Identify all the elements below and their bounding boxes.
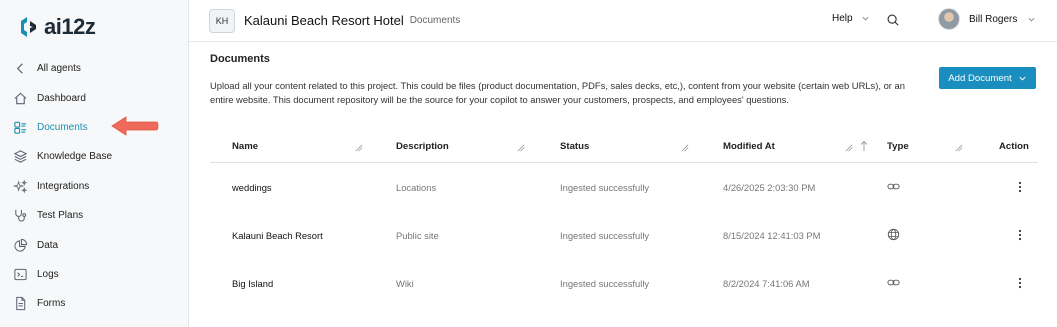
row-actions-kebab-icon[interactable]	[1017, 181, 1023, 193]
sidebar-item-integrations[interactable]: Integrations	[0, 172, 189, 201]
search-icon[interactable]	[886, 13, 900, 27]
project-avatar[interactable]: KH	[209, 8, 235, 33]
logo-text: ai12z	[44, 14, 96, 39]
table-row[interactable]: Big Island Wiki Ingested successfully 8/…	[210, 259, 1038, 307]
column-header-modified-at[interactable]: Modified At	[723, 141, 775, 152]
cell-status: Ingested successfully	[560, 278, 650, 289]
link-icon	[887, 279, 900, 286]
table-row[interactable]: Kalauni Beach Resort Public site Ingeste…	[210, 211, 1038, 259]
row-actions-kebab-icon[interactable]	[1017, 277, 1023, 289]
globe-icon	[887, 228, 900, 241]
sidebar-item-forms[interactable]: Forms	[0, 289, 189, 318]
sort-arrow-up-icon[interactable]	[860, 140, 868, 152]
table-header: Name Description Status Modified At Type…	[210, 131, 1038, 163]
column-header-status[interactable]: Status	[560, 141, 589, 152]
help-menu[interactable]: Help	[832, 13, 870, 24]
column-resize-icon[interactable]	[354, 143, 363, 152]
ai12z-logo-mark-icon	[21, 17, 36, 37]
cell-modified-at: 8/15/2024 12:41:03 PM	[723, 230, 821, 241]
sidebar: ai12z All agents Dashboard Documents Kno…	[0, 0, 189, 327]
sidebar-nav: All agents Dashboard Documents Knowledge…	[0, 54, 189, 319]
documents-icon	[12, 119, 29, 136]
breadcrumb: Documents	[409, 15, 461, 26]
pie-chart-icon	[12, 237, 29, 254]
sidebar-item-all-agents[interactable]: All agents	[0, 54, 189, 83]
cell-status: Ingested successfully	[560, 182, 650, 193]
sidebar-item-label: Integrations	[37, 180, 90, 192]
chevron-down-icon	[862, 16, 869, 21]
cell-modified-at: 8/2/2024 7:41:06 AM	[723, 278, 810, 289]
sidebar-item-label: Documents	[37, 121, 88, 133]
sidebar-item-label: Test Plans	[37, 210, 84, 222]
user-menu[interactable]: Bill Rogers	[938, 8, 1036, 30]
column-resize-icon[interactable]	[954, 143, 963, 152]
main-content: Documents Upload all your content relate…	[189, 43, 1057, 327]
add-document-button[interactable]: Add Document	[939, 67, 1036, 89]
add-document-label: Add Document	[948, 72, 1012, 84]
sidebar-item-data[interactable]: Data	[0, 230, 189, 259]
sidebar-item-test-plans[interactable]: Test Plans	[0, 201, 189, 230]
row-actions-kebab-icon[interactable]	[1017, 229, 1023, 241]
chevron-down-icon	[1019, 76, 1026, 81]
sidebar-item-label: Knowledge Base	[37, 151, 113, 163]
sidebar-item-dashboard[interactable]: Dashboard	[0, 83, 189, 112]
page-description: Upload all your content related to this …	[210, 80, 905, 105]
file-icon	[12, 295, 29, 312]
cell-description: Wiki	[396, 278, 414, 289]
cell-description: Locations	[396, 182, 437, 193]
top-header: KH Kalauni Beach Resort Hotel Documents …	[189, 0, 1057, 42]
sidebar-item-label: Forms	[37, 298, 66, 310]
stethoscope-icon	[12, 207, 29, 224]
avatar	[938, 8, 960, 30]
layers-icon	[12, 148, 29, 165]
cell-modified-at: 4/26/2025 2:03:30 PM	[723, 182, 816, 193]
sidebar-item-label: Dashboard	[37, 92, 86, 104]
sidebar-item-logs[interactable]: Logs	[0, 260, 189, 289]
home-icon	[12, 90, 29, 107]
sidebar-item-label: Logs	[37, 268, 59, 280]
sidebar-item-knowledge-base[interactable]: Knowledge Base	[0, 142, 189, 171]
user-name: Bill Rogers	[969, 13, 1018, 25]
column-resize-icon[interactable]	[516, 143, 525, 152]
page-title: Documents	[210, 53, 270, 65]
chevron-left-icon	[12, 60, 29, 77]
sidebar-item-label: Data	[37, 239, 59, 251]
project-name: Kalauni Beach Resort Hotel	[244, 13, 404, 28]
table-row[interactable]: weddings Locations Ingested successfully…	[210, 163, 1038, 211]
column-resize-icon[interactable]	[680, 143, 689, 152]
sidebar-item-label: All agents	[37, 63, 81, 75]
sparkles-icon	[12, 178, 29, 195]
column-resize-icon[interactable]	[844, 143, 853, 152]
red-arrow-pointer-icon	[111, 116, 159, 136]
cell-name[interactable]: Kalauni Beach Resort	[232, 230, 323, 241]
cell-status: Ingested successfully	[560, 230, 650, 241]
sidebar-item-documents[interactable]: Documents	[0, 113, 189, 142]
chevron-down-icon	[1028, 17, 1035, 21]
cell-description: Public site	[396, 230, 439, 241]
cell-name[interactable]: weddings	[232, 182, 272, 193]
documents-table: Name Description Status Modified At Type…	[210, 131, 1038, 307]
logo[interactable]: ai12z	[17, 14, 96, 40]
help-label: Help	[832, 13, 853, 24]
column-header-description[interactable]: Description	[396, 141, 449, 152]
cell-name[interactable]: Big Island	[232, 278, 273, 289]
terminal-icon	[12, 266, 29, 283]
column-header-action: Action	[999, 141, 1029, 152]
column-header-name[interactable]: Name	[232, 141, 258, 152]
column-header-type[interactable]: Type	[887, 141, 909, 152]
link-icon	[887, 183, 900, 190]
